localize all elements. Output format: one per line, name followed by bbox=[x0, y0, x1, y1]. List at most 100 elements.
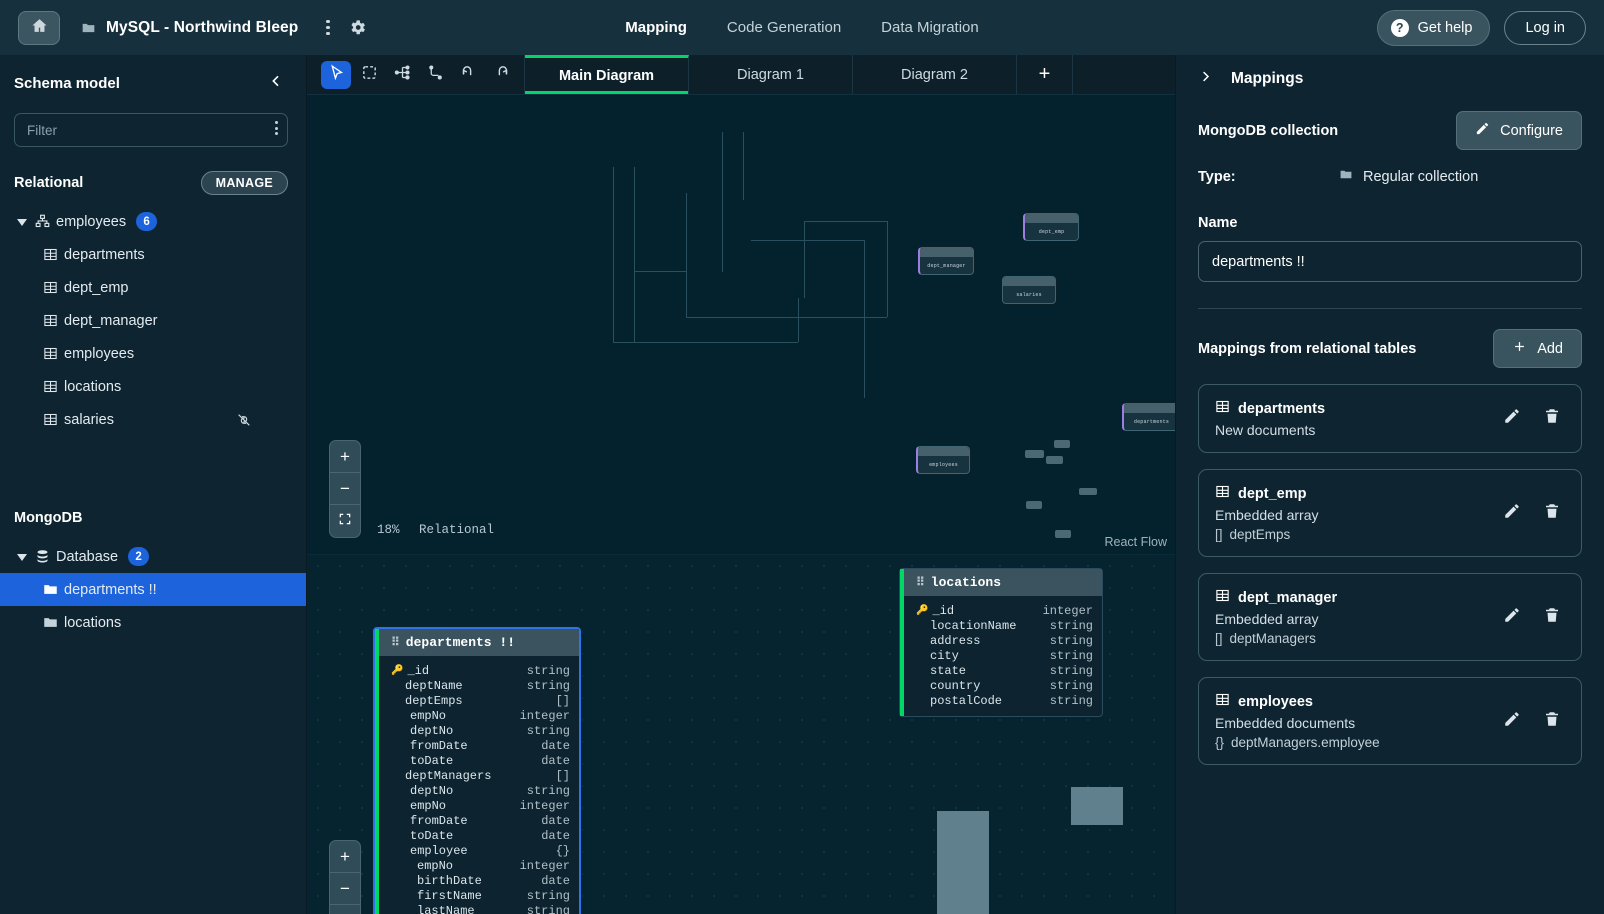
sidebar-collection-locations[interactable]: locations bbox=[0, 606, 306, 639]
field-type: string bbox=[1049, 633, 1093, 648]
diagram-node-dept-manager[interactable]: dept_manager bbox=[918, 247, 974, 275]
mongodb-canvas[interactable]: ⠿ departments !! 🔑 _id string deptName stri… bbox=[307, 555, 1175, 914]
diagram-node-salaries[interactable]: salaries bbox=[1002, 276, 1056, 304]
zoom-controls-top: + − bbox=[329, 440, 361, 538]
sidebar-table-locations[interactable]: locations bbox=[0, 370, 306, 403]
mongo-node-locations[interactable]: ⠿ locations 🔑 _id integer locationName stri… bbox=[899, 568, 1103, 717]
delete-mapping-button[interactable] bbox=[1543, 502, 1561, 525]
marquee-tool-button[interactable] bbox=[354, 61, 384, 89]
drag-handle-icon[interactable]: ⠿ bbox=[916, 575, 925, 590]
delete-mapping-button[interactable] bbox=[1543, 710, 1561, 733]
caret-down-icon[interactable] bbox=[14, 217, 30, 227]
relational-canvas[interactable]: dept_emp dept_manager salaries departmen… bbox=[307, 95, 1175, 555]
mapping-card-dept-manager[interactable]: dept_manager Embedded array [] deptManag… bbox=[1198, 573, 1582, 661]
app-body: Schema model Relational MANAGE bbox=[0, 55, 1604, 914]
nav-tab-data-migration[interactable]: Data Migration bbox=[881, 15, 979, 40]
edit-mapping-button[interactable] bbox=[1503, 606, 1521, 629]
mappings-title: Mappings bbox=[1231, 70, 1304, 87]
more-vertical-icon[interactable] bbox=[320, 16, 335, 39]
mapping-kind: Embedded array bbox=[1215, 507, 1319, 523]
zoom-controls-bottom: + − bbox=[329, 840, 361, 914]
layout-tool-button[interactable] bbox=[387, 61, 417, 89]
sidebar-table-departments[interactable]: departments bbox=[0, 238, 306, 271]
mongo-node-title: departments !! bbox=[405, 635, 516, 650]
tab-diagram-2[interactable]: Diagram 2 bbox=[853, 55, 1017, 94]
add-diagram-button[interactable]: + bbox=[1017, 55, 1073, 94]
mapping-kind: New documents bbox=[1215, 422, 1316, 438]
diagram-edge bbox=[634, 167, 635, 342]
tab-diagram-1[interactable]: Diagram 1 bbox=[689, 55, 853, 94]
tree-root-employees[interactable]: employees 6 bbox=[0, 205, 306, 238]
mapping-card-departments[interactable]: departments New documents bbox=[1198, 384, 1582, 453]
cursor-icon bbox=[328, 64, 345, 86]
caret-down-icon[interactable] bbox=[14, 552, 30, 562]
field-row: country string bbox=[900, 678, 1102, 693]
diagram-edge bbox=[634, 271, 686, 272]
sidebar-header: Schema model bbox=[0, 69, 306, 96]
get-help-button[interactable]: ? Get help bbox=[1376, 9, 1491, 46]
drag-handle-icon[interactable]: ⠿ bbox=[391, 635, 400, 650]
diagram-edge bbox=[686, 317, 887, 318]
sidebar-table-dept-manager[interactable]: dept_manager bbox=[0, 304, 306, 337]
zoom-in-button[interactable]: + bbox=[330, 841, 360, 873]
sidebar-table-salaries[interactable]: salaries bbox=[0, 403, 306, 436]
add-mapping-button[interactable]: Add bbox=[1493, 329, 1582, 368]
zoom-out-button[interactable]: − bbox=[330, 473, 360, 505]
diagram-edge bbox=[686, 271, 687, 317]
field-type: string bbox=[1049, 663, 1093, 678]
home-button[interactable] bbox=[18, 10, 60, 45]
sidebar-table-employees[interactable]: employees bbox=[0, 337, 306, 370]
mapping-card-dept-emp[interactable]: dept_emp Embedded array [] deptEmps bbox=[1198, 469, 1582, 557]
unlink-icon[interactable] bbox=[236, 412, 252, 428]
diagram-edge bbox=[751, 240, 864, 241]
delete-mapping-button[interactable] bbox=[1543, 606, 1561, 629]
redo-icon bbox=[493, 64, 510, 86]
mongo-node-header[interactable]: ⠿ departments !! bbox=[375, 629, 579, 656]
field-row: state string bbox=[900, 663, 1102, 678]
redo-button[interactable] bbox=[486, 61, 516, 89]
mapping-card-employees[interactable]: employees Embedded documents {} deptMana… bbox=[1198, 677, 1582, 765]
zoom-in-button[interactable]: + bbox=[330, 441, 360, 473]
undo-button[interactable] bbox=[453, 61, 483, 89]
sidebar-table-dept-emp[interactable]: dept_emp bbox=[0, 271, 306, 304]
edit-mapping-button[interactable] bbox=[1503, 710, 1521, 733]
field-name: empNo bbox=[410, 708, 447, 723]
delete-mapping-button[interactable] bbox=[1543, 407, 1561, 430]
nav-tab-code-generation[interactable]: Code Generation bbox=[727, 15, 841, 40]
tree-root-database[interactable]: Database 2 bbox=[0, 540, 306, 573]
filter-field-wrapper bbox=[14, 113, 288, 147]
fit-view-button[interactable] bbox=[330, 505, 360, 537]
folder-icon bbox=[38, 615, 62, 630]
diagram-node-dept-emp[interactable]: dept_emp bbox=[1023, 213, 1079, 241]
top-right-actions: ? Get help Log in bbox=[1376, 9, 1586, 46]
collection-label: MongoDB collection bbox=[1198, 122, 1339, 139]
nav-tab-mapping[interactable]: Mapping bbox=[625, 15, 687, 40]
sidebar-collection-departments[interactable]: departments !! bbox=[0, 573, 306, 606]
zoom-out-button[interactable]: − bbox=[330, 873, 360, 905]
manage-button[interactable]: MANAGE bbox=[200, 171, 288, 195]
schema-sidebar: Schema model Relational MANAGE bbox=[0, 55, 307, 914]
mongo-node-departments[interactable]: ⠿ departments !! 🔑 _id string deptName stri… bbox=[373, 627, 581, 914]
edit-mapping-button[interactable] bbox=[1503, 502, 1521, 525]
mapping-table-name: dept_emp bbox=[1238, 485, 1307, 502]
filter-input[interactable] bbox=[14, 113, 288, 147]
collection-name-input[interactable] bbox=[1198, 241, 1582, 282]
tab-main-diagram[interactable]: Main Diagram bbox=[525, 55, 689, 94]
fit-view-button[interactable] bbox=[330, 905, 360, 914]
minimap-top[interactable]: React Flow bbox=[900, 414, 1175, 554]
configure-button[interactable]: Configure bbox=[1456, 111, 1582, 150]
login-button[interactable]: Log in bbox=[1504, 10, 1586, 45]
edge-tool-button[interactable] bbox=[420, 61, 450, 89]
field-name: fromDate bbox=[410, 738, 468, 753]
field-row: address string bbox=[900, 633, 1102, 648]
select-tool-button[interactable] bbox=[321, 60, 351, 89]
gear-icon[interactable] bbox=[348, 18, 367, 37]
field-type: integer bbox=[519, 858, 570, 873]
mongo-node-header[interactable]: ⠿ locations bbox=[900, 569, 1102, 596]
edit-mapping-button[interactable] bbox=[1503, 407, 1521, 430]
table-icon bbox=[38, 379, 62, 394]
chevron-left-icon[interactable] bbox=[264, 71, 288, 96]
field-type: integer bbox=[1042, 603, 1093, 618]
filter-more-icon[interactable] bbox=[275, 121, 278, 135]
chevron-right-icon[interactable] bbox=[1198, 69, 1213, 89]
